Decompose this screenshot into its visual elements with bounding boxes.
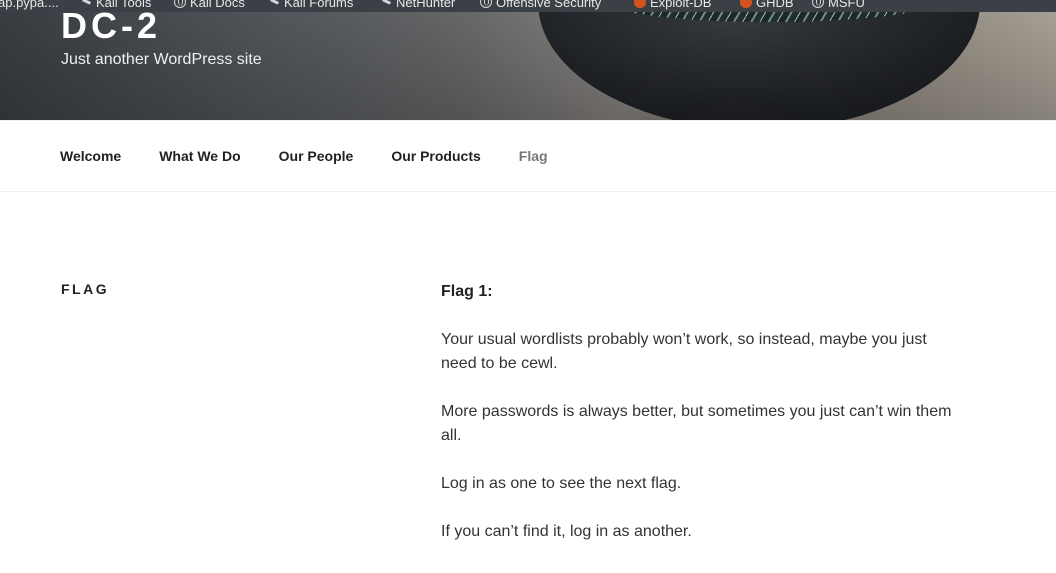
site-header: DC-2 Just another WordPress site	[0, 0, 1056, 120]
bookmark-nethunter[interactable]: NetHunter	[380, 0, 455, 12]
globe-icon	[480, 0, 492, 8]
entry-paragraph: More passwords is always better, but som…	[441, 403, 952, 444]
exploit-db-icon	[740, 0, 752, 8]
bookmark-label: Kali Forums	[284, 0, 354, 10]
nav-item-flag[interactable]: Flag	[519, 148, 548, 164]
kali-dragon-icon	[380, 0, 392, 8]
kali-dragon-icon	[268, 0, 280, 8]
page-title: FLAG	[61, 281, 110, 297]
nav-item-welcome[interactable]: Welcome	[60, 148, 121, 164]
entry-content: Flag 1: Your usual wordlists probably wo…	[441, 280, 961, 568]
bookmark-ghdb[interactable]: GHDB	[740, 0, 794, 12]
entry-paragraph: Log in as one to see the next flag.	[441, 475, 682, 492]
bookmark-label: ap.pypa....	[0, 0, 59, 10]
kali-dragon-icon	[80, 0, 92, 8]
nav-item-what-we-do[interactable]: What We Do	[159, 148, 240, 164]
bookmark-msfu[interactable]: MSFU	[812, 0, 865, 12]
bookmark-kali-docs[interactable]: Kali Docs	[174, 0, 245, 12]
bookmark-exploit-db[interactable]: Exploit-DB	[634, 0, 711, 12]
globe-icon	[174, 0, 186, 8]
bookmark-offensive-security[interactable]: Offensive Security	[480, 0, 601, 12]
entry-paragraph: If you can’t find it, log in as another.	[441, 523, 692, 540]
bookmark-label: MSFU	[828, 0, 865, 10]
exploit-db-icon	[634, 0, 646, 8]
bookmark-label: Kali Tools	[96, 0, 152, 10]
bookmark-kali-forums[interactable]: Kali Forums	[268, 0, 353, 12]
flag-heading: Flag 1:	[441, 283, 493, 300]
bookmark-label: Exploit-DB	[650, 0, 712, 10]
site-description: Just another WordPress site	[61, 51, 262, 68]
nav-item-our-people[interactable]: Our People	[279, 148, 354, 164]
bookmark-label: Kali Docs	[190, 0, 245, 10]
entry-paragraph: Your usual wordlists probably won’t work…	[441, 331, 927, 372]
bookmark-kali-tools[interactable]: Kali Tools	[80, 0, 151, 12]
nav-item-our-products[interactable]: Our Products	[391, 148, 480, 164]
bookmarks-bar: ap.pypa.... Kali Tools Kali Docs Kali Fo…	[0, 0, 1056, 12]
bookmark-label: Offensive Security	[496, 0, 602, 10]
bookmark-item[interactable]: ap.pypa....	[0, 0, 59, 12]
bookmark-label: GHDB	[756, 0, 794, 10]
main-navigation: Welcome What We Do Our People Our Produc…	[0, 120, 1056, 192]
bookmark-label: NetHunter	[396, 0, 456, 10]
globe-icon	[812, 0, 824, 8]
